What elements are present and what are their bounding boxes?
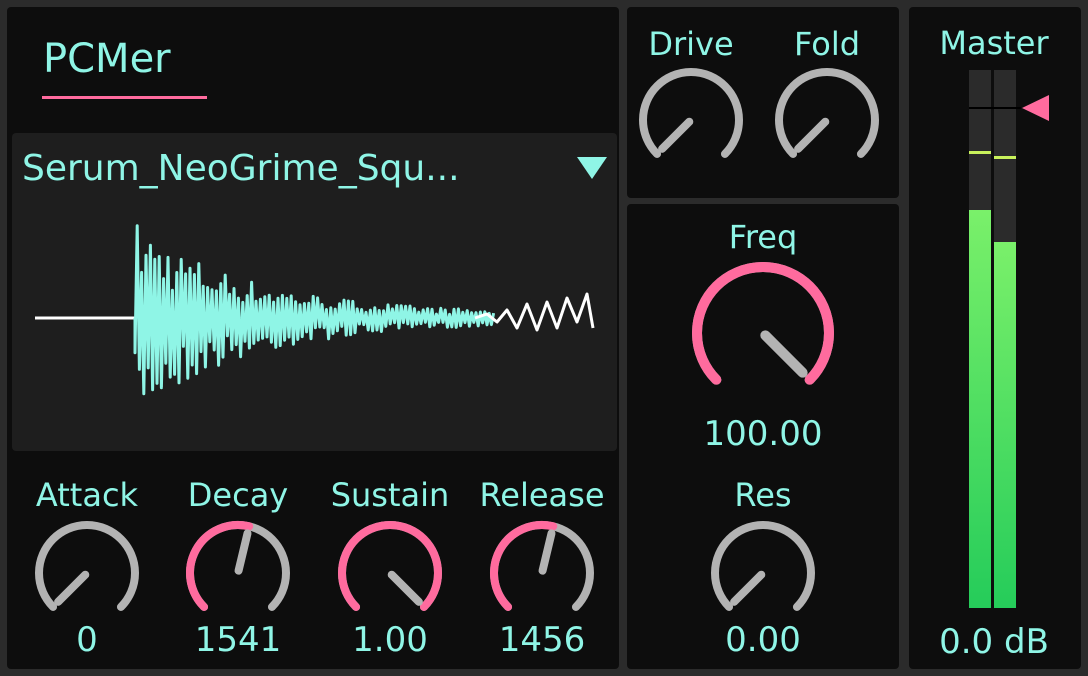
- sample-dropdown-icon[interactable]: [577, 157, 607, 181]
- knob-track: [711, 521, 815, 611]
- master-label: Master: [939, 24, 1049, 62]
- knob-indicator: [54, 570, 90, 606]
- res-label: Res: [734, 476, 792, 514]
- master-value[interactable]: 0.0 dB: [939, 622, 1049, 662]
- decay-value[interactable]: 1541: [195, 620, 282, 660]
- res-knob[interactable]: [707, 517, 819, 629]
- fader-handle-icon[interactable]: [1022, 94, 1050, 122]
- meter-peak-left: [969, 151, 991, 154]
- res-value[interactable]: 0.00: [725, 620, 801, 660]
- fader-line: [969, 107, 1021, 109]
- knob-indicator: [538, 529, 556, 575]
- freq-label: Freq: [728, 218, 798, 256]
- knob-indicator: [794, 117, 830, 153]
- decay-knob[interactable]: [182, 517, 294, 629]
- freq-knob[interactable]: [687, 257, 839, 409]
- meter-right: [994, 70, 1016, 608]
- waveform: [35, 224, 595, 396]
- attack-label: Attack: [35, 476, 139, 514]
- meter-right-fill: [994, 242, 1016, 608]
- fold-label: Fold: [793, 25, 861, 63]
- knob-indicator: [658, 117, 694, 153]
- sustain-value[interactable]: 1.00: [352, 620, 428, 660]
- attack-knob[interactable]: [31, 517, 143, 629]
- freq-value[interactable]: 100.00: [704, 414, 823, 454]
- drive-knob[interactable]: [635, 64, 747, 176]
- release-value[interactable]: 1456: [499, 620, 586, 660]
- release-label: Release: [479, 476, 605, 514]
- knob-indicator: [234, 529, 252, 575]
- knob-indicator: [387, 570, 423, 606]
- sample-name[interactable]: Serum_NeoGrime_Squ...: [22, 148, 460, 189]
- knob-indicator: [730, 570, 766, 606]
- knob-value-arc: [692, 262, 834, 385]
- meter-peak-right: [994, 156, 1016, 159]
- waveform-body: [133, 224, 496, 396]
- release-knob[interactable]: [486, 517, 598, 629]
- knob-track: [639, 68, 743, 158]
- knob-indicator: [760, 330, 808, 378]
- attack-value[interactable]: 0: [76, 620, 98, 660]
- sustain-knob[interactable]: [334, 517, 446, 629]
- title-underline: [42, 96, 207, 99]
- knob-track: [35, 521, 139, 611]
- fold-knob[interactable]: [771, 64, 883, 176]
- meter-left-fill: [969, 209, 991, 608]
- drive-label: Drive: [648, 25, 734, 63]
- device-title[interactable]: PCMer: [43, 36, 171, 82]
- knob-track: [775, 68, 879, 158]
- sustain-label: Sustain: [330, 476, 450, 514]
- decay-label: Decay: [187, 476, 289, 514]
- knob-value-arc: [338, 521, 442, 611]
